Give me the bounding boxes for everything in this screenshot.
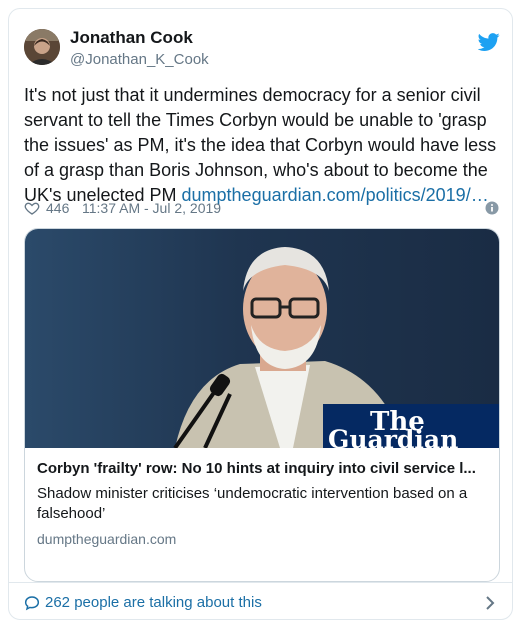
card-domain: dumptheguardian.com (37, 531, 177, 547)
avatar[interactable] (24, 29, 60, 65)
card-image: The Guardian (25, 229, 499, 448)
chevron-right-icon[interactable] (484, 595, 496, 611)
tweet-header: Jonathan Cook @Jonathan_K_Cook (24, 23, 500, 71)
user-name[interactable]: Jonathan Cook (70, 28, 193, 48)
info-icon[interactable] (485, 201, 499, 215)
link-card[interactable]: The Guardian Corbyn 'frailty' row: No 10… (24, 228, 500, 582)
tweet-meta: 446 11:37 AM - Jul 2, 2019 (24, 199, 499, 219)
twitter-bird-icon[interactable] (478, 31, 500, 53)
card-description: Shadow minister criticises ‘undemocratic… (37, 485, 468, 522)
logo-line-2: Guardian (328, 425, 458, 448)
card-title[interactable]: Corbyn 'frailty' row: No 10 hints at inq… (37, 460, 492, 477)
tweet-text: It's not just that it undermines democra… (24, 83, 504, 208)
heart-icon[interactable] (24, 200, 40, 216)
talking-footer[interactable]: 262 people are talking about this (9, 582, 512, 619)
tweet-embed: Jonathan Cook @Jonathan_K_Cook It's not … (8, 8, 513, 620)
timestamp[interactable]: 11:37 AM - Jul 2, 2019 (82, 200, 221, 216)
speech-bubble-icon (24, 596, 40, 611)
talking-count[interactable]: 262 people are talking about this (45, 594, 262, 611)
user-handle[interactable]: @Jonathan_K_Cook (70, 51, 209, 68)
like-count[interactable]: 446 (46, 200, 69, 216)
